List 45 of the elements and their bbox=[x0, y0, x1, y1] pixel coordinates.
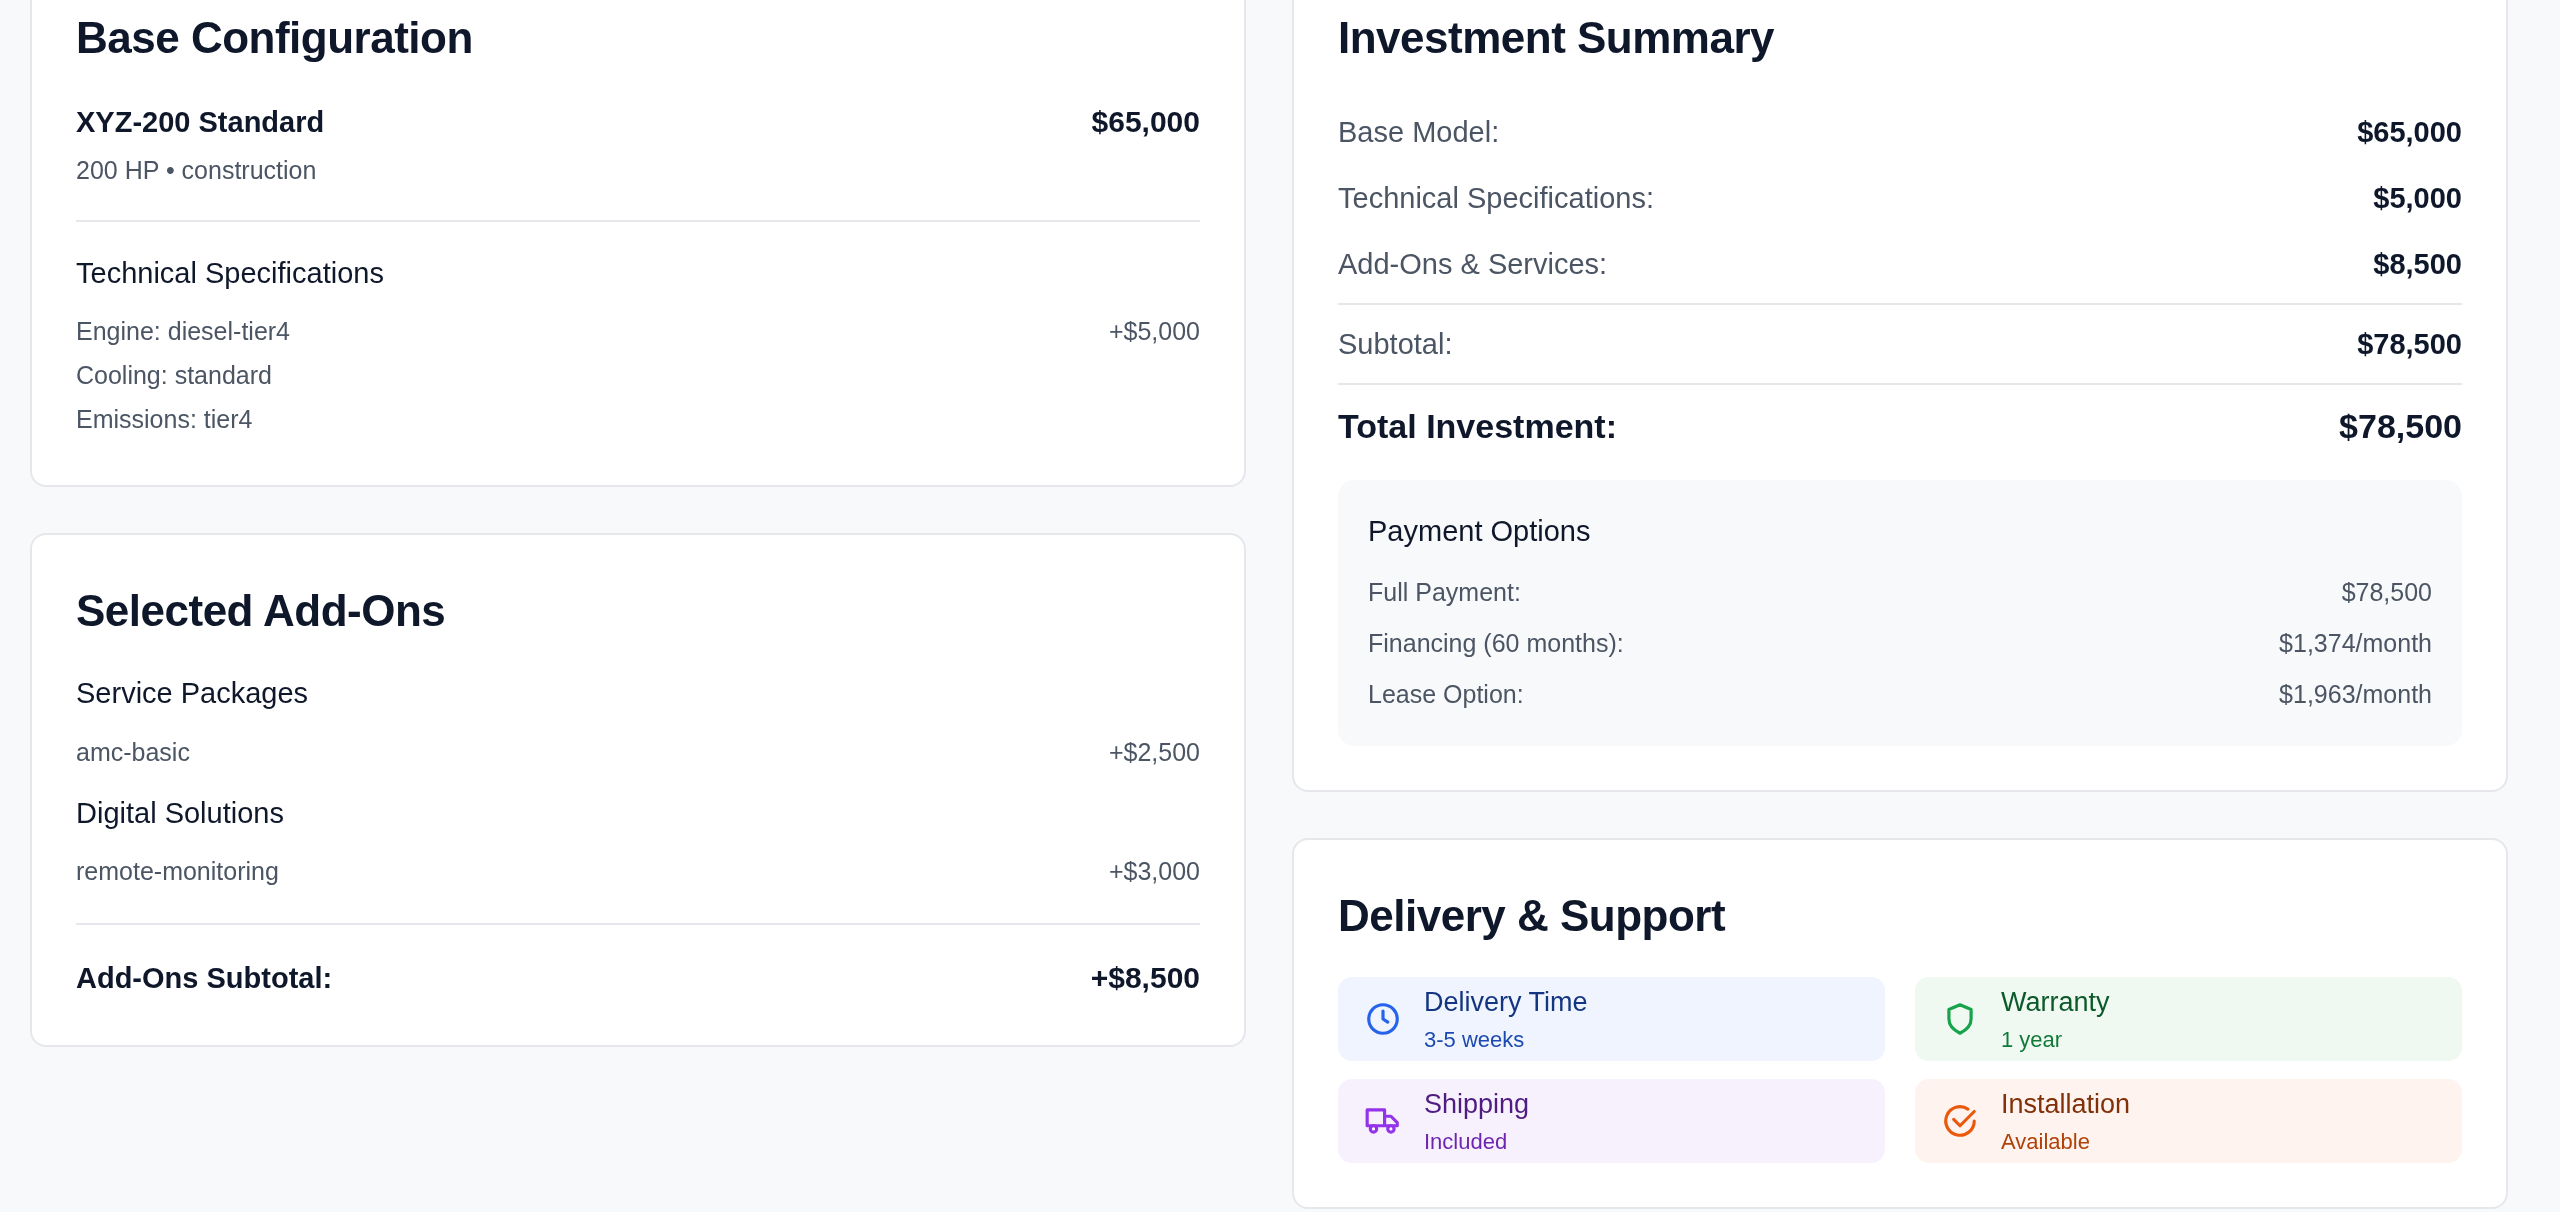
tile-title: Installation bbox=[2001, 1088, 2131, 1122]
tile-value: 1 year bbox=[2001, 1025, 2064, 1054]
section-heading: Digital Solutions bbox=[76, 795, 285, 831]
subtotal-value: $78,500 bbox=[2357, 326, 2462, 362]
total-label: Total Investment: bbox=[1338, 405, 1617, 447]
card-title: Investment Summary bbox=[1338, 12, 1776, 64]
spec-price: +$5,000 bbox=[1108, 316, 1200, 348]
payment-label: Full Payment: bbox=[1368, 577, 1521, 609]
payment-value: $1,374/month bbox=[2279, 628, 2432, 660]
tile-value: Available bbox=[2001, 1127, 2091, 1156]
tile-title: Delivery Time bbox=[1424, 986, 1588, 1020]
card-title: Base Configuration bbox=[76, 12, 474, 64]
card-title: Delivery & Support bbox=[1338, 890, 1727, 943]
summary-label: Add-Ons & Services: bbox=[1338, 246, 1608, 282]
summary-label: Base Model: bbox=[1338, 114, 1500, 150]
tile-value: 3-5 weeks bbox=[1424, 1025, 1526, 1054]
subtotal-label: Subtotal: bbox=[1338, 326, 1453, 362]
payment-value: $78,500 bbox=[2341, 577, 2432, 609]
subtotal-label: Add-Ons Subtotal: bbox=[76, 961, 333, 997]
summary-value: $65,000 bbox=[2357, 114, 2462, 150]
payment-value: $1,963/month bbox=[2279, 679, 2432, 711]
subtotal-value: +$8,500 bbox=[1090, 960, 1200, 997]
summary-value: $8,500 bbox=[2373, 246, 2462, 282]
tile-value: Included bbox=[1424, 1127, 1509, 1156]
add-on-name: remote-monitoring bbox=[76, 856, 279, 888]
payment-label: Financing (60 months): bbox=[1368, 628, 1624, 660]
section-heading: Service Packages bbox=[76, 676, 310, 712]
card-title: Selected Add-Ons bbox=[76, 585, 447, 638]
add-on-name: amc-basic bbox=[76, 736, 190, 768]
section-heading: Payment Options bbox=[1368, 513, 1592, 549]
summary-label: Technical Specifications: bbox=[1338, 180, 1654, 216]
model-name: XYZ-200 Standard bbox=[76, 104, 325, 140]
total-value: $78,500 bbox=[2339, 405, 2462, 447]
spec-label: Cooling: standard bbox=[76, 360, 272, 392]
add-on-price: +$3,000 bbox=[1108, 856, 1200, 888]
add-on-price: +$2,500 bbox=[1108, 736, 1200, 768]
model-price: $65,000 bbox=[1091, 103, 1200, 140]
spec-label: Emissions: tier4 bbox=[76, 404, 253, 436]
tile-title: Warranty bbox=[2001, 986, 2110, 1020]
summary-value: $5,000 bbox=[2373, 180, 2462, 216]
spec-label: Engine: diesel-tier4 bbox=[76, 316, 290, 348]
tile-title: Shipping bbox=[1424, 1088, 1530, 1122]
model-details: 200 HP • construction bbox=[76, 155, 318, 187]
payment-label: Lease Option: bbox=[1368, 679, 1524, 711]
section-heading: Technical Specifications bbox=[76, 255, 385, 291]
